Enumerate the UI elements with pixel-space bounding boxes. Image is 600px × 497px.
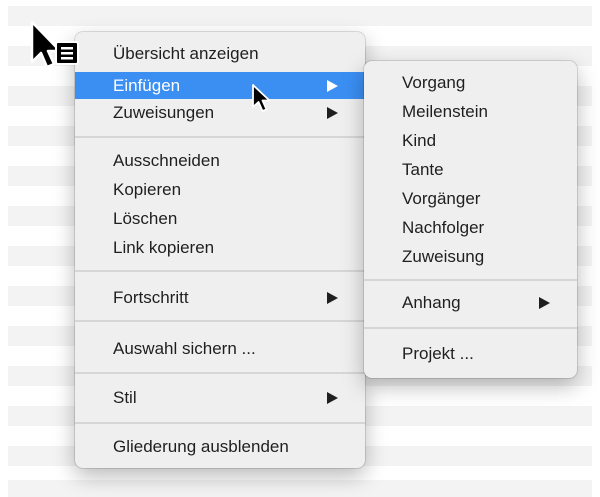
triangle-right-icon [327, 292, 338, 304]
menu-item-label: Ausschneiden [113, 151, 220, 170]
submenu-item-vorgang[interactable]: Vorgang [364, 69, 577, 96]
menu-item-label: Vorgang [402, 73, 466, 92]
menu-item-label: Kopieren [113, 180, 182, 199]
list-row [8, 6, 592, 26]
menu-separator [75, 372, 365, 374]
submenu-item-zuweisung[interactable]: Zuweisung [364, 243, 577, 270]
menu-item-label: Gliederung ausblenden [113, 437, 289, 456]
submenu-item-kind[interactable]: Kind [364, 127, 577, 154]
submenu-item-vorgaenger[interactable]: Vorgänger [364, 185, 577, 212]
list-row [8, 480, 592, 497]
menu-separator [364, 327, 577, 329]
menu-item-label: Meilenstein [402, 102, 488, 121]
menu-item-label: Fortschritt [113, 288, 189, 307]
menu-item-link-kopieren[interactable]: Link kopieren [75, 234, 365, 261]
submenu-item-meilenstein[interactable]: Meilenstein [364, 98, 577, 125]
menu-item-kopieren[interactable]: Kopieren [75, 176, 365, 203]
triangle-right-icon [539, 297, 550, 309]
context-menu: Übersicht anzeigen Einfügen Zuweisungen … [75, 32, 365, 468]
menu-item-label: Auswahl sichern ... [113, 339, 256, 358]
menu-item-ausschneiden[interactable]: Ausschneiden [75, 147, 365, 174]
submenu-item-projekt[interactable]: Projekt ... [364, 340, 577, 367]
menu-separator [75, 270, 365, 272]
menu-item-loeschen[interactable]: Löschen [75, 205, 365, 232]
menu-separator [75, 136, 365, 138]
menu-item-label: Tante [402, 160, 444, 179]
menu-item-gliederung-ausblenden[interactable]: Gliederung ausblenden [75, 433, 365, 460]
menu-item-label: Einfügen [113, 76, 181, 95]
menu-separator [75, 422, 365, 424]
menu-item-label: Kind [402, 131, 437, 150]
menu-item-label: Link kopieren [113, 238, 215, 257]
menu-item-einfuegen[interactable]: Einfügen [75, 72, 365, 99]
menu-item-auswahl-sichern[interactable]: Auswahl sichern ... [75, 335, 365, 362]
menu-separator [75, 320, 365, 322]
menu-item-stil[interactable]: Stil [75, 384, 365, 411]
menu-item-label: Stil [113, 388, 137, 407]
menu-item-label: Projekt ... [402, 344, 474, 363]
menu-item-fortschritt[interactable]: Fortschritt [75, 284, 365, 311]
menu-item-label: Nachfolger [402, 218, 485, 237]
submenu-item-nachfolger[interactable]: Nachfolger [364, 214, 577, 241]
menu-item-label: Anhang [402, 293, 461, 312]
menu-item-label: Zuweisung [402, 247, 485, 266]
menu-item-label: Löschen [113, 209, 178, 228]
menu-separator [364, 279, 577, 281]
menu-item-uebersicht-anzeigen[interactable]: Übersicht anzeigen [75, 40, 365, 67]
triangle-right-icon [327, 80, 338, 92]
menu-item-label: Zuweisungen [113, 103, 215, 122]
submenu-item-tante[interactable]: Tante [364, 156, 577, 183]
context-menu-cursor-icon [30, 20, 79, 69]
menu-item-label: Vorgänger [402, 189, 481, 208]
triangle-right-icon [327, 392, 338, 404]
submenu-einfuegen: Vorgang Meilenstein Kind Tante Vorgänger… [364, 61, 577, 378]
menu-item-zuweisungen[interactable]: Zuweisungen [75, 99, 365, 126]
arrow-pointer-icon [252, 84, 271, 112]
triangle-right-icon [327, 107, 338, 119]
submenu-item-anhang[interactable]: Anhang [364, 289, 577, 316]
menu-item-label: Übersicht anzeigen [113, 44, 259, 63]
